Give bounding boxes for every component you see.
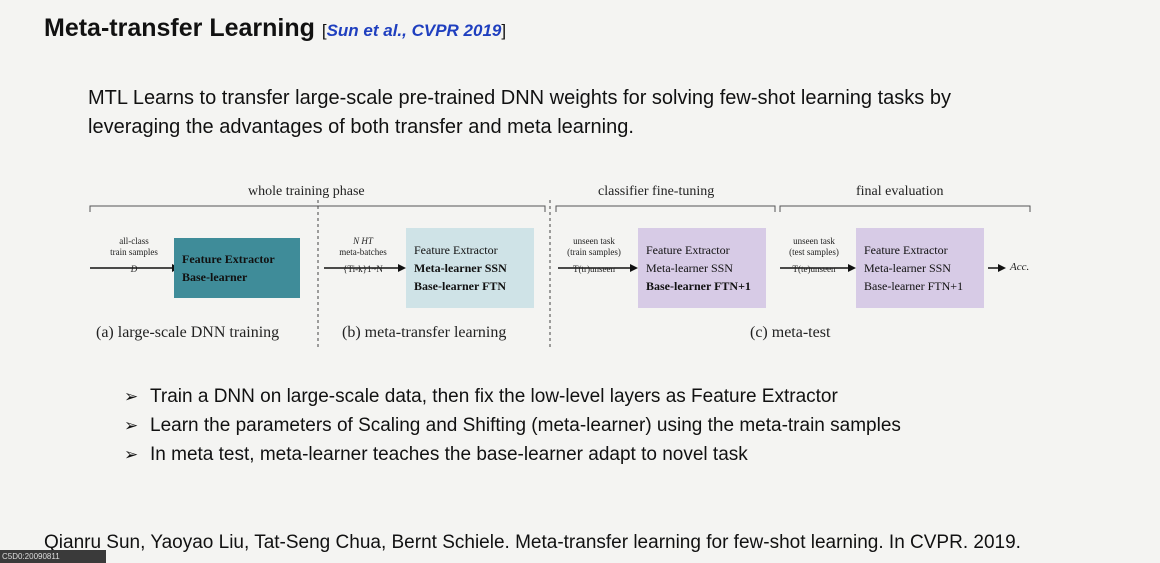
box-fine-tuning: Feature Extractor Meta-learner SSN Base-…: [638, 228, 766, 308]
bullet-text: Learn the parameters of Scaling and Shif…: [150, 415, 901, 436]
bullet-text: In meta test, meta-learner teaches the b…: [150, 444, 748, 465]
reference: Qianru Sun, Yaoyao Liu, Tat-Seng Chua, B…: [44, 532, 1021, 553]
arrow-bullet-icon: ➢: [124, 387, 139, 406]
arrow-bullet-icon: ➢: [124, 445, 139, 464]
bullet-list: ➢ Train a DNN on large-scale data, then …: [124, 382, 901, 469]
unseen-train-top: unseen task: [573, 236, 615, 246]
box-meta-transfer-line1: Feature Extractor: [414, 243, 498, 257]
unseen-test-bottom: T(te)unseen: [792, 264, 836, 274]
batch-label-top: N HT: [353, 236, 373, 246]
unseen-train-label: unseen task (train samples) T(tr)unseen: [558, 236, 630, 275]
unseen-train-bottom: T(tr)unseen: [573, 264, 615, 274]
unseen-train-mid: (train samples): [567, 247, 621, 257]
box-pretrain: Feature Extractor Base-learner: [174, 238, 300, 298]
box-evaluation: Feature Extractor Meta-learner SSN Base-…: [856, 228, 984, 308]
phase-label-training: whole training phase: [248, 184, 365, 199]
slide-title: Meta-transfer Learning [Sun et al., CVPR…: [44, 14, 506, 43]
citation: [Sun et al., CVPR 2019]: [322, 21, 506, 40]
phase-bracket-finetune: [555, 205, 776, 212]
batch-label-bottom: {Ti-k}1~N: [343, 264, 383, 274]
box-evaluation-line1: Feature Extractor: [864, 243, 948, 257]
box-meta-transfer-line3: Base-learner FTN: [414, 279, 507, 293]
phase-bracket-evaluation: [779, 205, 1031, 212]
input-label: all-class train samples D: [94, 236, 174, 275]
intro-text: MTL Learns to transfer large-scale pre-t…: [88, 87, 951, 138]
input-label-mid: train samples: [110, 247, 158, 257]
bullet-item: ➢ Learn the parameters of Scaling and Sh…: [124, 411, 901, 440]
caption-a: (a) large-scale DNN training: [96, 324, 280, 341]
caption-c: (c) meta-test: [750, 324, 831, 341]
caption-b: (b) meta-transfer learning: [342, 324, 507, 341]
bullet-item: ➢ Train a DNN on large-scale data, then …: [124, 382, 901, 411]
box-meta-transfer-line2: Meta-learner SSN: [414, 261, 507, 275]
input-label-top: all-class: [119, 236, 149, 246]
unseen-test-mid: (test samples): [789, 247, 839, 257]
cite-close: ]: [501, 21, 507, 40]
box-meta-transfer: Feature Extractor Meta-learner SSN Base-…: [406, 228, 534, 308]
box-evaluation-line2: Meta-learner SSN: [864, 261, 951, 275]
mtl-figure: whole training phase classifier fine-tun…: [80, 178, 1080, 358]
unseen-test-top: unseen task: [793, 236, 835, 246]
phase-label-evaluation: final evaluation: [856, 184, 944, 199]
batch-label: N HT meta-batches {Ti-k}1~N: [328, 236, 398, 275]
box-fine-tuning-line3: Base-learner FTN+1: [646, 279, 751, 293]
phase-label-finetune: classifier fine-tuning: [598, 184, 715, 199]
bullet-item: ➢ In meta test, meta-learner teaches the…: [124, 440, 901, 469]
box-pretrain-line1: Feature Extractor: [182, 252, 275, 266]
video-timestamp-badge: C5D0:20090811: [0, 550, 106, 563]
citation-link[interactable]: Sun et al., CVPR 2019: [327, 21, 502, 40]
box-pretrain-line2: Base-learner: [182, 270, 248, 284]
bullet-text: Train a DNN on large-scale data, then fi…: [150, 386, 838, 407]
title-text: Meta-transfer Learning: [44, 14, 315, 42]
box-fine-tuning-line2: Meta-learner SSN: [646, 261, 733, 275]
unseen-test-label: unseen task (test samples) T(te)unseen: [778, 236, 850, 275]
batch-label-mid: meta-batches: [339, 247, 387, 257]
box-evaluation-line3: Base-learner FTN+1: [864, 279, 964, 293]
output-label: Acc.: [1010, 261, 1030, 273]
box-fine-tuning-line1: Feature Extractor: [646, 243, 730, 257]
arrow-bullet-icon: ➢: [124, 416, 139, 435]
input-label-bottom: D: [130, 264, 138, 274]
